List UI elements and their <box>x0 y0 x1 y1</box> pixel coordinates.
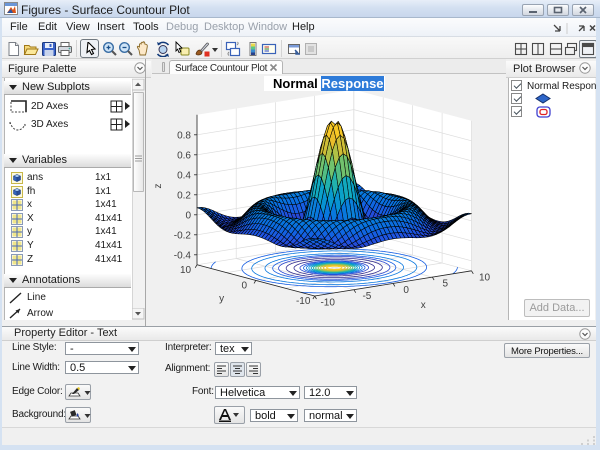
svg-text:-5: -5 <box>362 291 371 302</box>
svg-text:0.8: 0.8 <box>177 130 191 141</box>
svg-text:-0.2: -0.2 <box>174 230 192 241</box>
svg-text:-10: -10 <box>320 298 335 309</box>
svg-text:10: 10 <box>479 272 491 283</box>
svg-text:5: 5 <box>443 279 449 290</box>
svg-text:0: 0 <box>403 285 409 296</box>
svg-text:0: 0 <box>185 210 191 221</box>
svg-text:0.6: 0.6 <box>177 150 191 161</box>
svg-text:-10: -10 <box>296 296 311 307</box>
svg-text:10: 10 <box>180 265 192 276</box>
svg-text:-0.4: -0.4 <box>174 250 192 261</box>
svg-text:0: 0 <box>242 280 248 291</box>
svg-text:0.2: 0.2 <box>177 190 191 201</box>
svg-text:z: z <box>153 184 164 189</box>
svg-text:y: y <box>219 294 224 305</box>
svg-text:x: x <box>421 300 426 311</box>
svg-text:0.4: 0.4 <box>177 170 191 181</box>
